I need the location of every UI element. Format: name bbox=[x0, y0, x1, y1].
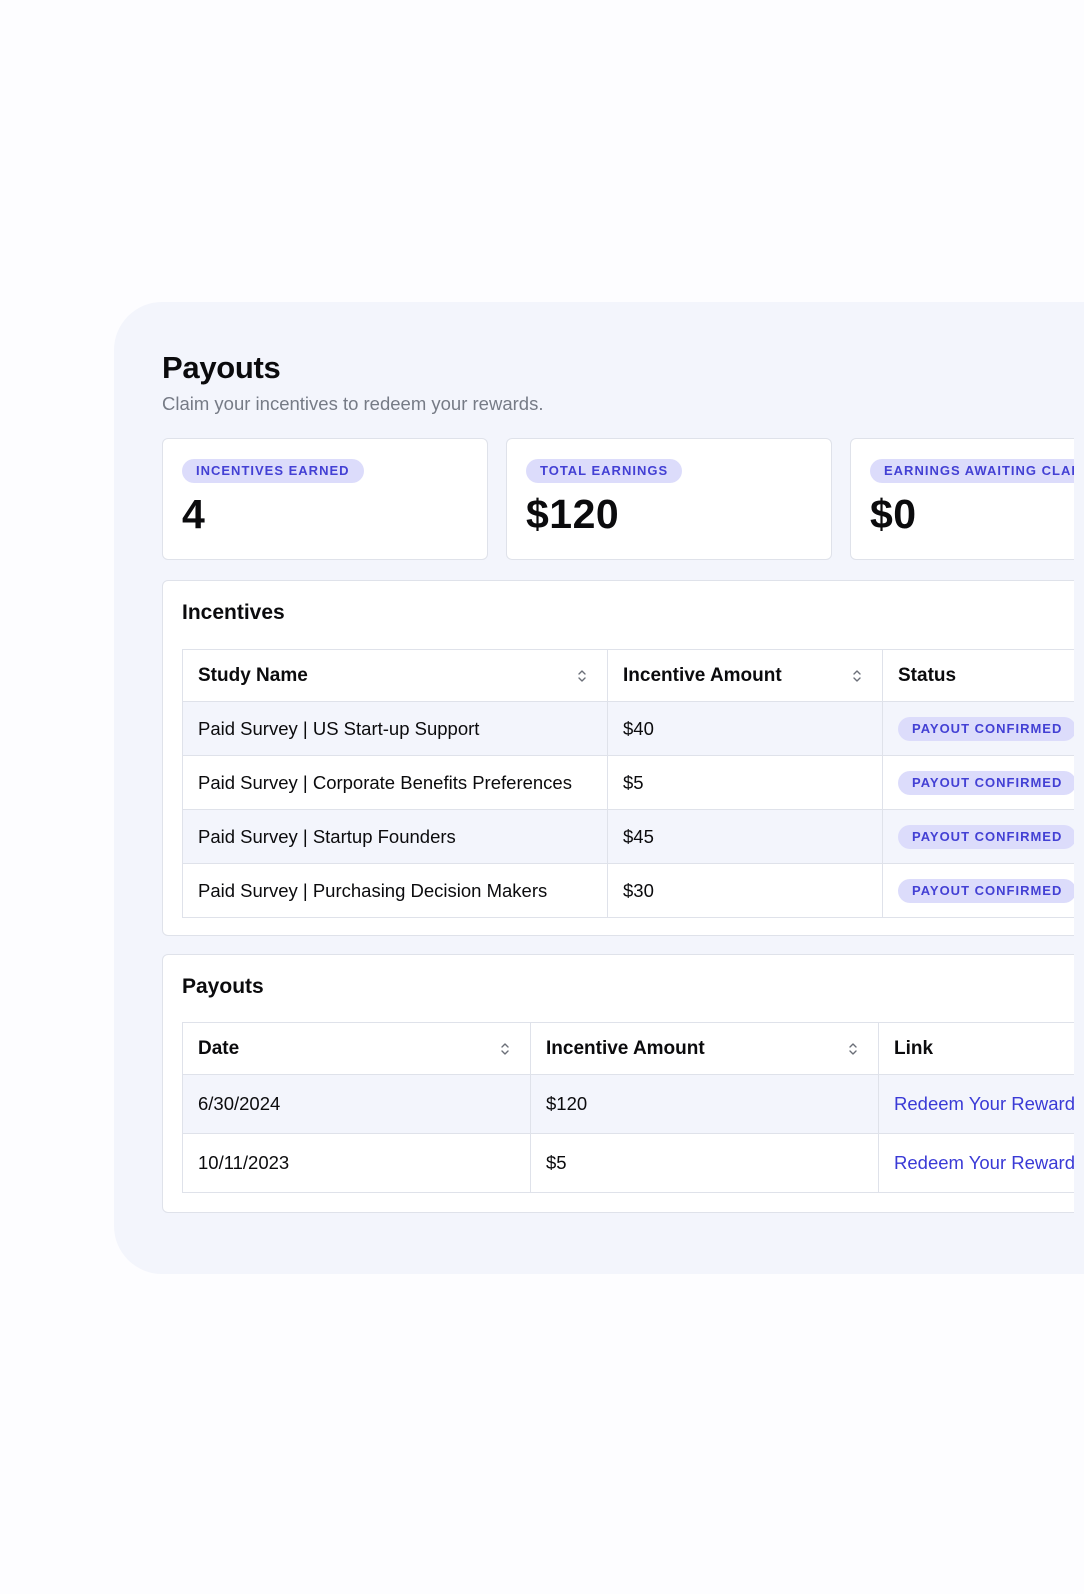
date-cell: 6/30/2024 bbox=[182, 1074, 531, 1134]
payouts-section: Payouts Date Incentive Amount Link 6/30/… bbox=[162, 954, 1074, 1213]
table-row: Paid Survey | Corporate Benefits Prefere… bbox=[182, 755, 1074, 810]
column-header-label: Date bbox=[198, 1037, 240, 1059]
incentives-section: Incentives Study Name Incentive Amount S… bbox=[162, 580, 1074, 936]
amount-cell: $30 bbox=[607, 863, 883, 918]
status-cell: PAYOUT CONFIRMED bbox=[882, 701, 1074, 756]
column-header-incentive-amount[interactable]: Incentive Amount bbox=[530, 1022, 879, 1075]
amount-cell: $5 bbox=[607, 755, 883, 810]
link-cell: Redeem Your Reward bbox=[878, 1133, 1074, 1193]
status-badge: PAYOUT CONFIRMED bbox=[898, 717, 1074, 741]
sort-chevrons-icon[interactable] bbox=[577, 668, 587, 684]
sort-chevrons-icon[interactable] bbox=[848, 1041, 858, 1057]
status-cell: PAYOUT CONFIRMED bbox=[882, 755, 1074, 810]
column-header-label: Link bbox=[894, 1037, 934, 1059]
payouts-title: Payouts bbox=[182, 975, 264, 998]
stat-label-badge: INCENTIVES EARNED bbox=[182, 459, 364, 483]
table-row: Paid Survey | US Start-up Support $40 PA… bbox=[182, 701, 1074, 756]
stat-value: 4 bbox=[182, 491, 206, 537]
stat-value: $120 bbox=[526, 491, 620, 537]
stat-value: $0 bbox=[870, 491, 917, 537]
column-header-study-name[interactable]: Study Name bbox=[182, 649, 608, 702]
study-name-cell: Paid Survey | US Start-up Support bbox=[182, 701, 608, 756]
column-header-status: Status bbox=[882, 649, 1074, 702]
content-viewport: Payouts Claim your incentives to redeem … bbox=[0, 0, 1074, 1594]
stat-label-badge: TOTAL EARNINGS bbox=[526, 459, 683, 483]
amount-cell: $5 bbox=[530, 1133, 879, 1193]
status-cell: PAYOUT CONFIRMED bbox=[882, 863, 1074, 918]
study-name-cell: Paid Survey | Purchasing Decision Makers bbox=[182, 863, 608, 918]
amount-cell: $40 bbox=[607, 701, 883, 756]
column-header-date[interactable]: Date bbox=[182, 1022, 531, 1075]
status-cell: PAYOUT CONFIRMED bbox=[882, 809, 1074, 864]
table-header-row: Date Incentive Amount Link bbox=[182, 1022, 1074, 1075]
incentives-table: Study Name Incentive Amount Status Paid … bbox=[182, 649, 1074, 918]
incentives-title: Incentives bbox=[182, 601, 285, 624]
redeem-reward-link[interactable]: Redeem Your Reward bbox=[894, 1093, 1074, 1114]
payouts-page: Payouts Claim your incentives to redeem … bbox=[0, 0, 1084, 1594]
column-header-label: Incentive Amount bbox=[546, 1037, 705, 1059]
sort-chevrons-icon[interactable] bbox=[852, 668, 862, 684]
sort-chevrons-icon[interactable] bbox=[500, 1041, 510, 1057]
amount-cell: $45 bbox=[607, 809, 883, 864]
status-badge: PAYOUT CONFIRMED bbox=[898, 879, 1074, 903]
stat-card-incentives-earned: INCENTIVES EARNED 4 bbox=[162, 438, 488, 560]
study-name-cell: Paid Survey | Corporate Benefits Prefere… bbox=[182, 755, 608, 810]
table-row: Paid Survey | Purchasing Decision Makers… bbox=[182, 863, 1074, 918]
status-badge: PAYOUT CONFIRMED bbox=[898, 771, 1074, 795]
column-header-label: Study Name bbox=[198, 664, 308, 686]
study-name-cell: Paid Survey | Startup Founders bbox=[182, 809, 608, 864]
column-header-incentive-amount[interactable]: Incentive Amount bbox=[607, 649, 883, 702]
page-subtitle: Claim your incentives to redeem your rew… bbox=[162, 393, 544, 414]
status-badge: PAYOUT CONFIRMED bbox=[898, 825, 1074, 849]
payouts-table: Date Incentive Amount Link 6/30/2024 $12… bbox=[182, 1022, 1074, 1193]
table-row: 6/30/2024 $120 Redeem Your Reward bbox=[182, 1074, 1074, 1134]
page-title: Payouts bbox=[162, 350, 281, 385]
table-row: Paid Survey | Startup Founders $45 PAYOU… bbox=[182, 809, 1074, 864]
table-row: 10/11/2023 $5 Redeem Your Reward bbox=[182, 1133, 1074, 1193]
link-cell: Redeem Your Reward bbox=[878, 1074, 1074, 1134]
redeem-reward-link[interactable]: Redeem Your Reward bbox=[894, 1152, 1074, 1173]
amount-cell: $120 bbox=[530, 1074, 879, 1134]
stat-label-badge: EARNINGS AWAITING CLAIM bbox=[870, 459, 1074, 483]
date-cell: 10/11/2023 bbox=[182, 1133, 531, 1193]
table-header-row: Study Name Incentive Amount Status bbox=[182, 649, 1074, 702]
column-header-link: Link bbox=[878, 1022, 1074, 1075]
column-header-label: Status bbox=[898, 664, 957, 686]
column-header-label: Incentive Amount bbox=[623, 664, 782, 686]
stat-card-earnings-awaiting-claim: EARNINGS AWAITING CLAIM $0 bbox=[850, 438, 1074, 560]
stat-card-total-earnings: TOTAL EARNINGS $120 bbox=[506, 438, 832, 560]
